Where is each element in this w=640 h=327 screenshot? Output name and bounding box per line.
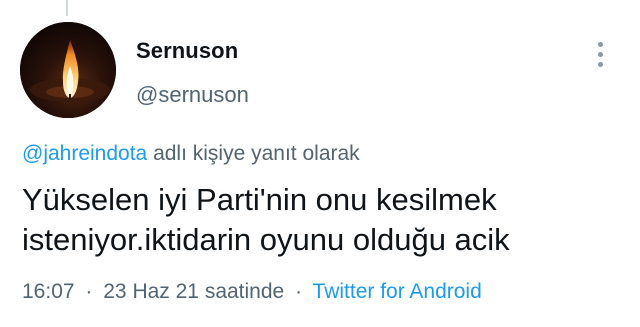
display-name[interactable]: Sernuson — [136, 38, 238, 64]
more-vertical-icon[interactable] — [596, 40, 606, 70]
reply-context-text: adlı kişiye yanıt olarak — [153, 142, 360, 165]
tweet-source-link[interactable]: Twitter for Android — [313, 280, 482, 303]
reply-context: @jahreindota adlı kişiye yanıt olarak — [22, 142, 360, 166]
tweet-time[interactable]: 16:07 — [22, 280, 75, 303]
avatar[interactable] — [20, 22, 116, 118]
tweet-text-line: isteniyor.iktidarin oyunu olduğu acik — [22, 222, 510, 257]
tweet-text-line: Yükselen iyi Parti'nin onu kesilmek — [22, 182, 497, 217]
tweet-date[interactable]: 23 Haz 21 saatinde — [103, 280, 284, 303]
meta-separator: · — [85, 280, 93, 303]
reply-mention-link[interactable]: @jahreindota — [22, 142, 147, 165]
thread-connector-line — [66, 0, 68, 16]
candle-flame-avatar-icon — [20, 22, 116, 118]
meta-separator: · — [295, 280, 303, 303]
tweet-metadata: 16:07 · 23 Haz 21 saatinde · Twitter for… — [22, 280, 482, 304]
user-handle[interactable]: @sernuson — [136, 82, 249, 108]
tweet-text: Yükselen iyi Parti'nin onu kesilmek iste… — [22, 180, 622, 260]
